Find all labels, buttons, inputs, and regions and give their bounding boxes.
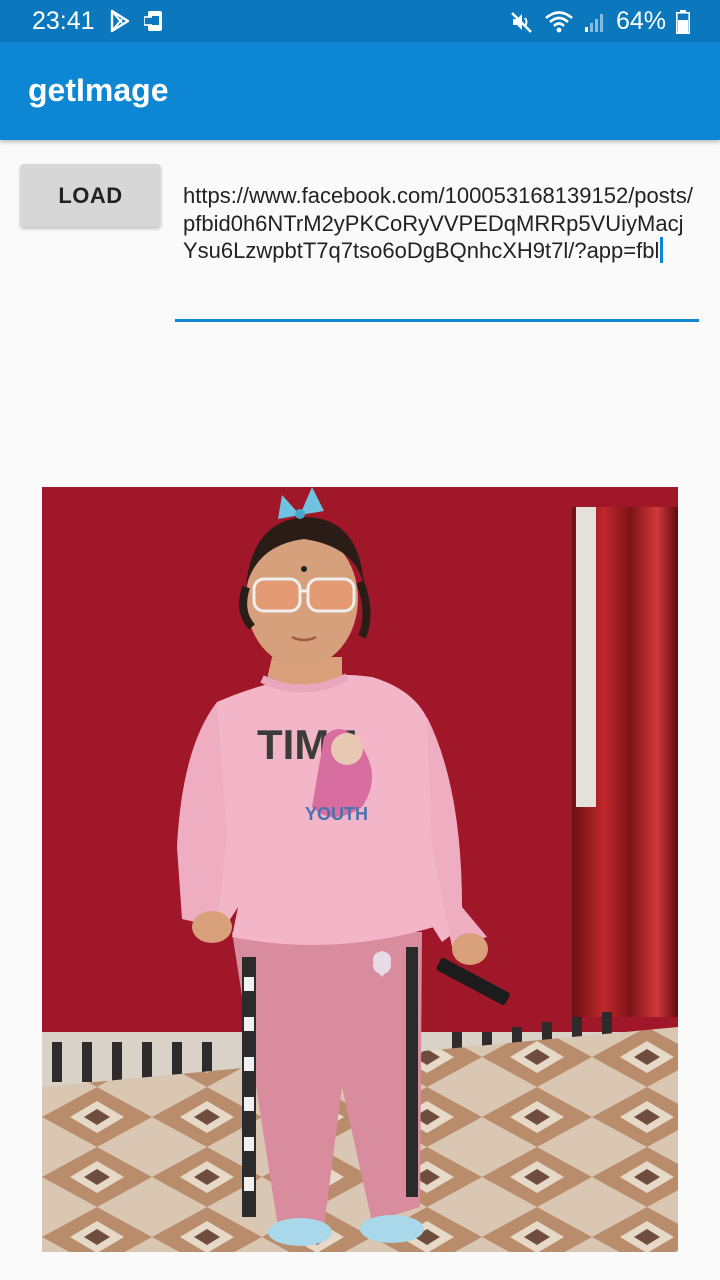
status-time: 23:41 <box>32 7 95 35</box>
battery-icon <box>676 9 690 34</box>
url-input-text: https://www.facebook.com/100053168139152… <box>183 183 694 263</box>
mute-icon <box>511 11 532 33</box>
signal-icon <box>584 13 603 32</box>
shirt-text-youth: YOUTH <box>305 804 368 824</box>
wifi-icon <box>545 10 573 32</box>
text-cursor <box>660 237 664 263</box>
battery-percent: 64% <box>615 7 666 35</box>
app-title: getImage <box>28 72 169 108</box>
url-input[interactable]: https://www.facebook.com/100053168139152… <box>175 182 699 322</box>
play-store-icon <box>110 9 130 33</box>
sim-icon <box>144 11 162 31</box>
load-button[interactable]: LOAD <box>20 164 161 227</box>
status-bar: 23:41 64% <box>0 0 720 42</box>
loaded-image: TIME YOUTH <box>42 487 678 1252</box>
app-bar: getImage <box>0 42 720 140</box>
input-underline <box>175 319 699 322</box>
